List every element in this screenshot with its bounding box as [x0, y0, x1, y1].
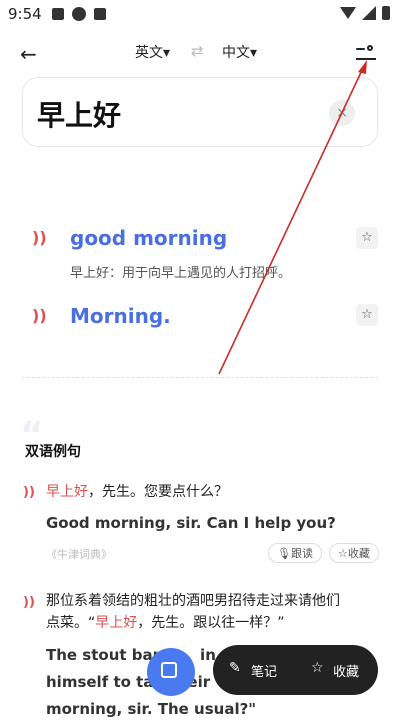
annotation-arrow [218, 60, 367, 375]
annotation-arrow-head [358, 60, 367, 74]
annotation-arrow-line [218, 67, 364, 375]
